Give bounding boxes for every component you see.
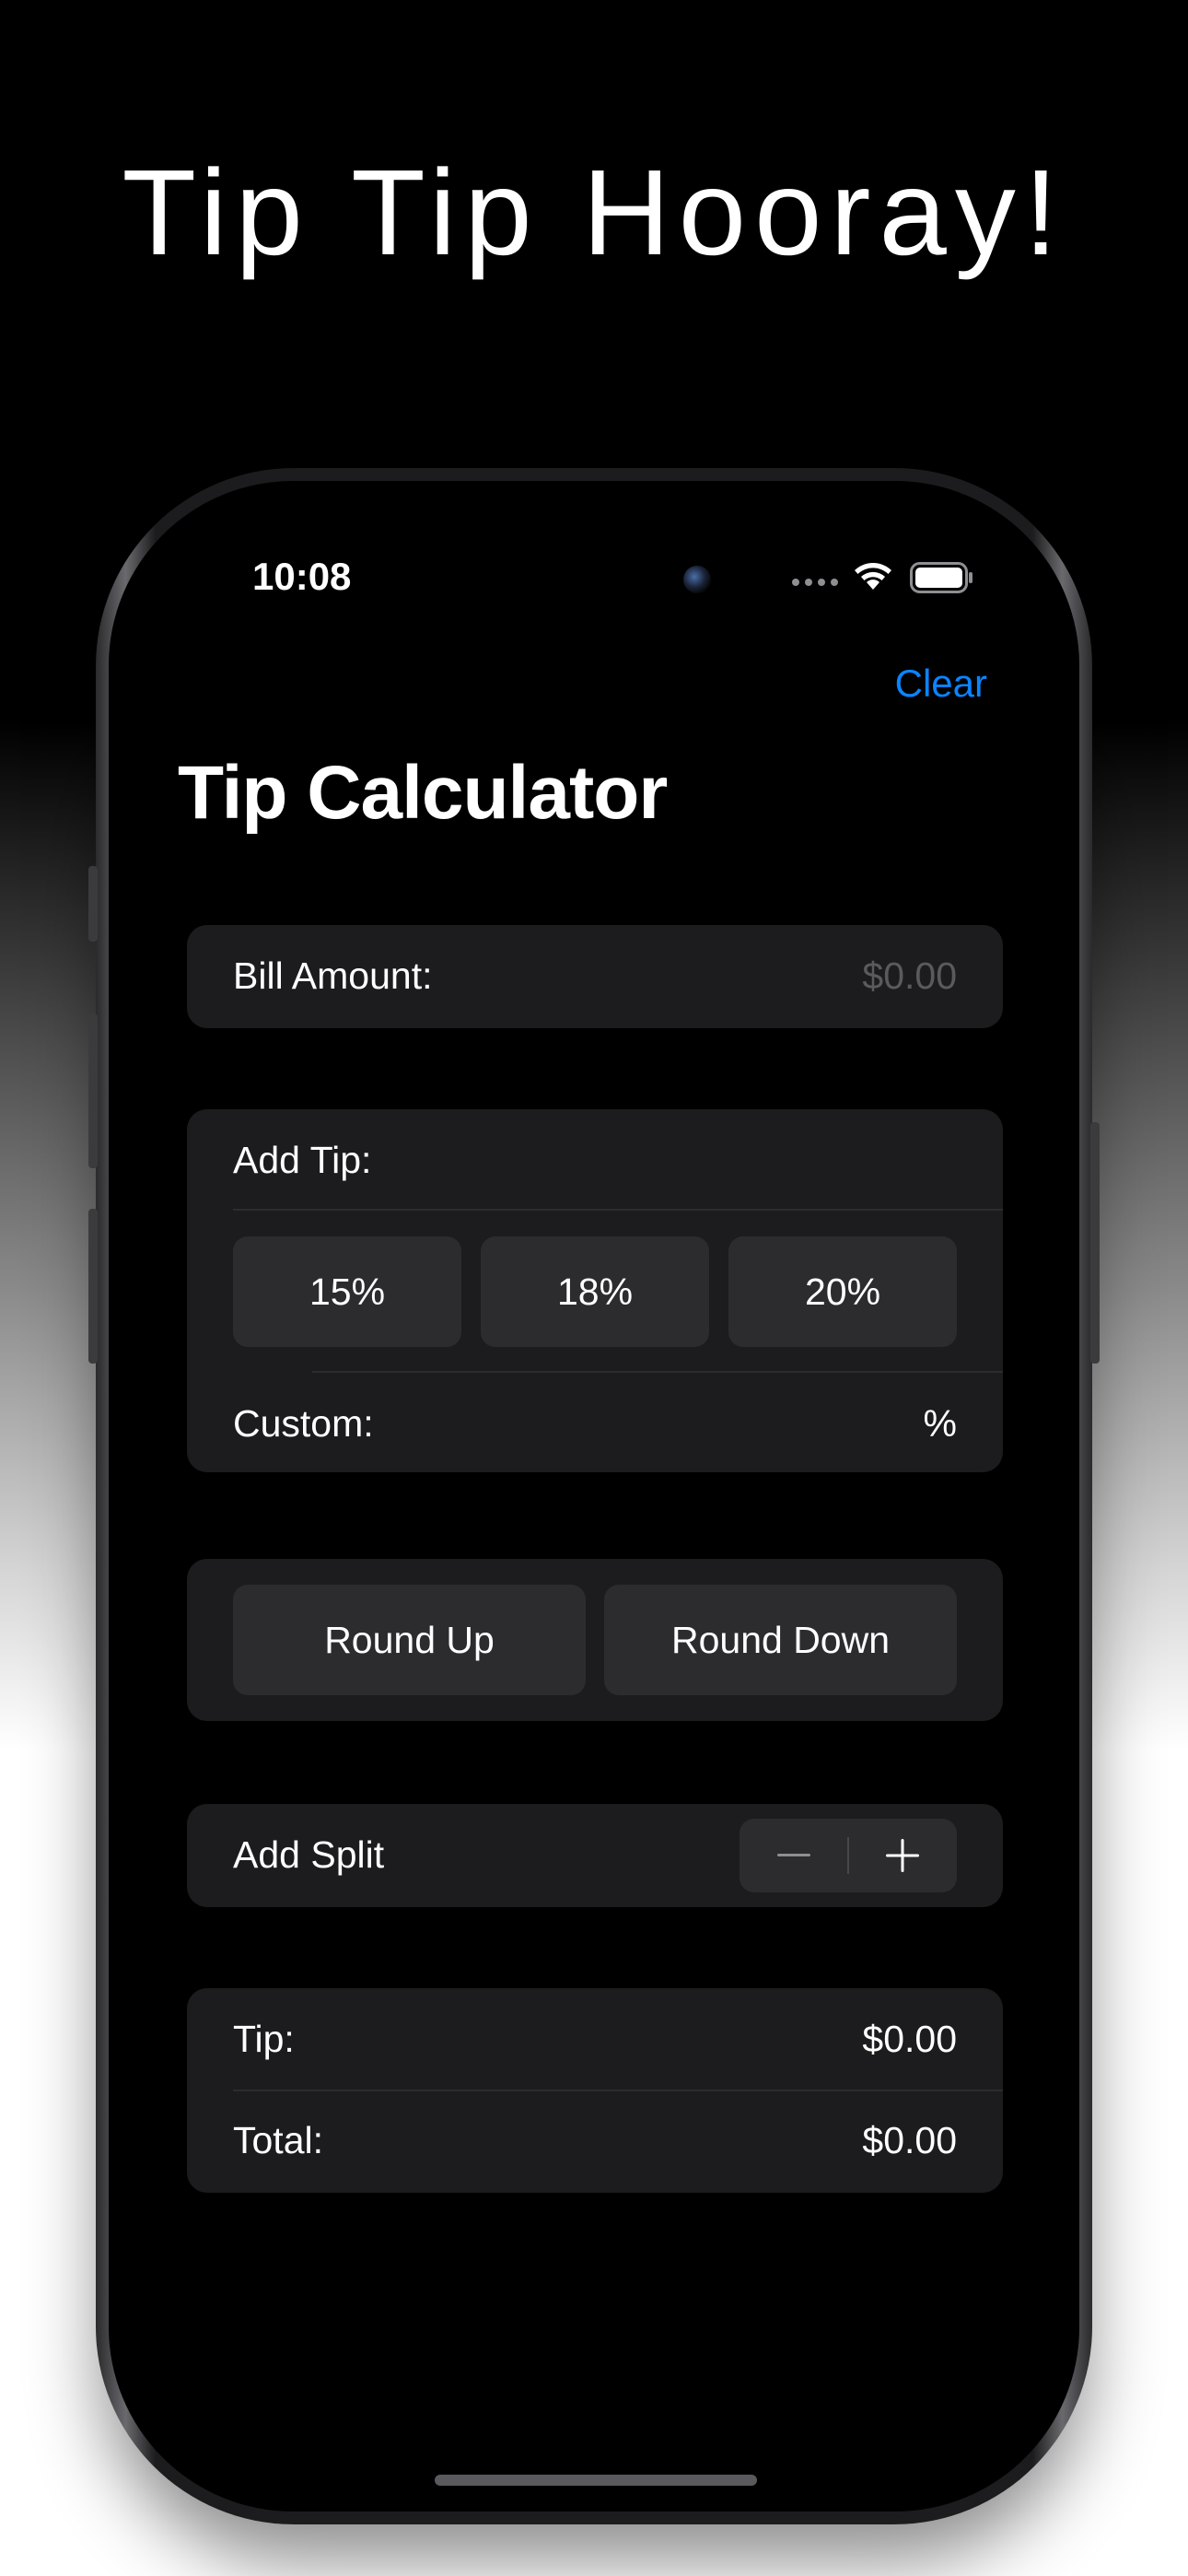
plus-icon — [886, 1839, 919, 1872]
bill-amount-input[interactable]: $0.00 — [862, 954, 957, 998]
custom-tip-input[interactable]: % — [924, 1402, 957, 1446]
tip-20-button[interactable]: 20% — [728, 1236, 957, 1347]
bill-amount-label: Bill Amount: — [233, 954, 433, 997]
volume-up-button — [88, 1013, 98, 1168]
add-split-label: Add Split — [233, 1833, 385, 1876]
summary-card: Tip: $0.00 Total: $0.00 — [187, 1988, 1003, 2193]
minus-icon — [777, 1854, 810, 1856]
total-label: Total: — [233, 2119, 323, 2161]
round-down-button[interactable]: Round Down — [604, 1585, 957, 1695]
signal-dots-icon — [792, 579, 838, 586]
round-up-button[interactable]: Round Up — [233, 1585, 586, 1695]
page-title: Tip Calculator — [178, 751, 668, 835]
split-decrement-button[interactable] — [740, 1819, 848, 1892]
bill-amount-card: Bill Amount: $0.00 — [187, 925, 1003, 1028]
split-increment-button[interactable] — [848, 1819, 957, 1892]
divider — [312, 1371, 1003, 1373]
wifi-icon — [855, 563, 891, 590]
divider — [233, 1209, 1003, 1211]
tip-15-button[interactable]: 15% — [233, 1236, 461, 1347]
clear-button[interactable]: Clear — [895, 662, 987, 706]
battery-icon — [910, 562, 973, 593]
marketing-headline: Tip Tip Hooray! — [122, 145, 1066, 280]
front-camera-icon — [683, 566, 711, 593]
add-tip-label: Add Tip: — [233, 1139, 372, 1181]
split-stepper — [740, 1819, 957, 1892]
action-button — [88, 866, 98, 942]
tip-18-button[interactable]: 18% — [481, 1236, 709, 1347]
status-time: 10:08 — [252, 555, 352, 598]
divider — [233, 2090, 1003, 2091]
tip-label: Tip: — [233, 2018, 295, 2060]
tip-value: $0.00 — [862, 2018, 957, 2060]
power-button — [1090, 1122, 1100, 1364]
volume-down-button — [88, 1209, 98, 1364]
add-tip-card: Add Tip: 15% 18% 20% Custom: % — [187, 1109, 1003, 1472]
rounding-card: Round Up Round Down — [187, 1559, 1003, 1721]
total-value: $0.00 — [862, 2119, 957, 2161]
home-indicator[interactable] — [435, 2475, 757, 2486]
split-card: Add Split — [187, 1804, 1003, 1907]
custom-tip-label: Custom: — [233, 1402, 374, 1445]
phone-screen: 10:08 Clear Tip Calculator Bill Amount: … — [109, 481, 1079, 2512]
